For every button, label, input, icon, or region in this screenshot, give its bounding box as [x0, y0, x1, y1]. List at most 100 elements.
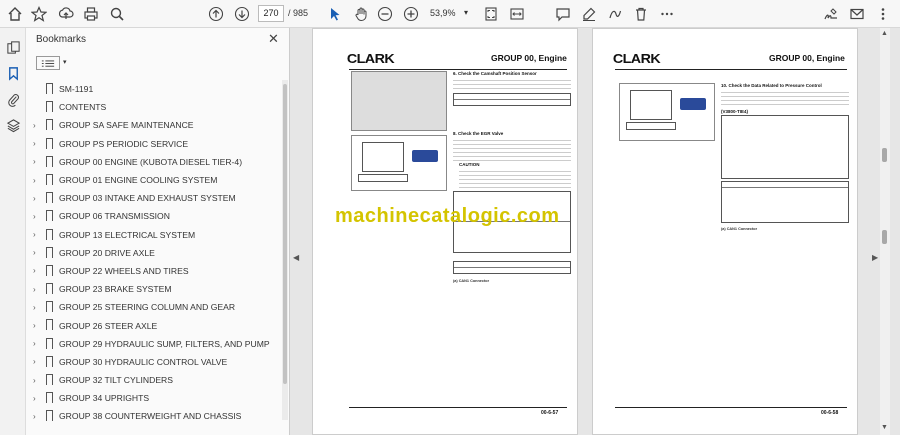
fit-width-icon[interactable] — [506, 3, 528, 25]
page-number-input[interactable]: 270 — [258, 5, 284, 22]
chevron-right-icon[interactable]: › — [33, 412, 36, 421]
chevron-right-icon[interactable]: › — [33, 139, 36, 148]
bookmark-item[interactable]: › GROUP 13 ELECTRICAL SYSTEM — [26, 226, 282, 244]
bookmark-item[interactable]: › GROUP 26 STEER AXLE — [26, 316, 282, 334]
bookmark-options-button[interactable] — [36, 56, 60, 70]
zoom-dropdown-caret[interactable]: ▾ — [464, 8, 468, 17]
chevron-right-icon[interactable]: › — [33, 248, 36, 257]
chevron-right-icon[interactable]: › — [33, 230, 36, 239]
header-rule — [615, 69, 847, 70]
chevron-right-icon[interactable]: › — [33, 394, 36, 403]
bookmark-label: GROUP 32 TILT CYLINDERS — [59, 375, 173, 386]
pages-thumbnail-icon[interactable] — [4, 38, 22, 56]
bookmark-item[interactable]: › GROUP 32 TILT CYLINDERS — [26, 371, 282, 389]
attachment-icon[interactable] — [4, 90, 22, 108]
collapse-right-arrow[interactable]: ▶ — [872, 253, 878, 262]
bookmark-label: GROUP 01 ENGINE COOLING SYSTEM — [59, 175, 218, 186]
bookmark-item[interactable]: › GROUP 01 ENGINE COOLING SYSTEM — [26, 171, 282, 189]
bookmark-item[interactable]: › GROUP 00 ENGINE (KUBOTA DIESEL TIER-4) — [26, 153, 282, 171]
bookmark-icon — [46, 337, 53, 349]
panel-scroll-thumb[interactable] — [283, 84, 287, 384]
bookmark-item[interactable]: › GROUP 29 HYDRAULIC SUMP, FILTERS, AND P… — [26, 335, 282, 353]
section-text — [721, 89, 849, 107]
bookmark-item[interactable]: › GROUP 06 TRANSMISSION — [26, 207, 282, 225]
bookmark-item[interactable]: › GROUP 22 WHEELS AND TIRES — [26, 262, 282, 280]
search-icon[interactable] — [106, 3, 128, 25]
draw-icon[interactable] — [604, 3, 626, 25]
zoom-in-icon[interactable] — [400, 3, 422, 25]
bookmark-item[interactable]: › GROUP 03 INTAKE AND EXHAUST SYSTEM — [26, 189, 282, 207]
bookmark-item[interactable]: CONTENTS — [26, 98, 282, 116]
delete-icon[interactable] — [630, 3, 652, 25]
right-page: CLARK GROUP 00, Engine 10. Check the Dat… — [592, 28, 858, 435]
comment-icon[interactable] — [552, 3, 574, 25]
page-group-title: GROUP 00, Engine — [491, 53, 567, 63]
bookmark-panel-icon[interactable] — [4, 64, 22, 82]
email-icon[interactable] — [846, 3, 868, 25]
fit-page-icon[interactable] — [480, 3, 502, 25]
section-text — [453, 77, 571, 91]
bookmark-item[interactable]: › GROUP 30 HYDRAULIC CONTROL VALVE — [26, 353, 282, 371]
scroll-down-arrow[interactable]: ▼ — [881, 424, 888, 431]
page-up-icon[interactable] — [205, 3, 227, 25]
highlight-pen-icon[interactable] — [578, 3, 600, 25]
chevron-right-icon[interactable]: › — [33, 285, 36, 294]
star-icon[interactable] — [28, 3, 50, 25]
page-down-icon[interactable] — [231, 3, 253, 25]
panel-scrollbar[interactable] — [282, 80, 288, 420]
bookmark-item[interactable]: › GROUP 25 STEERING COLUMN AND GEAR — [26, 298, 282, 316]
chevron-right-icon[interactable]: › — [33, 303, 36, 312]
chevron-right-icon[interactable]: › — [33, 357, 36, 366]
chevron-right-icon[interactable]: › — [33, 266, 36, 275]
scroll-marker — [882, 230, 887, 244]
chevron-right-icon[interactable]: › — [33, 194, 36, 203]
chevron-right-icon[interactable]: › — [33, 121, 36, 130]
document-scrollbar[interactable]: ▲ ▼ — [880, 28, 890, 435]
bookmark-label: GROUP 26 STEER AXLE — [59, 320, 158, 331]
print-icon[interactable] — [80, 3, 102, 25]
collapse-left-arrow[interactable]: ◀ — [293, 253, 299, 262]
bookmark-label: GROUP SA SAFE MAINTENANCE — [59, 120, 194, 131]
zoom-level[interactable]: 53,9% — [430, 5, 468, 22]
bookmark-item[interactable]: › GROUP 20 DRIVE AXLE — [26, 244, 282, 262]
bookmark-item[interactable]: SM-1191 — [26, 80, 282, 98]
bookmark-item[interactable]: › GROUP 23 BRAKE SYSTEM — [26, 280, 282, 298]
home-icon[interactable] — [4, 3, 26, 25]
bookmark-label: CONTENTS — [59, 102, 107, 113]
section-text — [453, 137, 571, 161]
bookmark-label: GROUP 30 HYDRAULIC CONTROL VALVE — [59, 356, 228, 367]
bookmark-item[interactable]: › GROUP 34 UPRIGHTS — [26, 389, 282, 407]
diagnostic-laptop-figure — [619, 83, 715, 141]
scroll-up-arrow[interactable]: ▲ — [881, 30, 888, 37]
clark-logo: CLARK — [612, 51, 661, 66]
hand-tool-icon[interactable] — [350, 3, 372, 25]
chevron-right-icon[interactable]: › — [33, 321, 36, 330]
bookmark-label: GROUP 34 UPRIGHTS — [59, 393, 150, 404]
diagnostic-laptop-figure — [351, 135, 447, 191]
chevron-right-icon[interactable]: › — [33, 339, 36, 348]
chevron-right-icon[interactable]: › — [33, 376, 36, 385]
diagnostic-interface — [680, 98, 706, 110]
zoom-out-icon[interactable] — [374, 3, 396, 25]
bookmark-icon — [46, 246, 53, 258]
bookmark-item[interactable]: › GROUP PS PERIODIC SERVICE — [26, 135, 282, 153]
select-cursor-icon[interactable] — [324, 3, 346, 25]
chevron-right-icon[interactable]: › — [33, 212, 36, 221]
scroll-thumb[interactable] — [882, 148, 887, 162]
chevron-down-icon[interactable]: ▾ — [63, 58, 67, 66]
document-viewer[interactable]: ◀ CLARK GROUP 00, Engine 6. Check the Ca… — [290, 28, 900, 435]
close-icon[interactable]: ✕ — [268, 31, 279, 47]
bookmark-item[interactable]: › GROUP SA SAFE MAINTENANCE — [26, 116, 282, 134]
header-rule — [349, 69, 567, 70]
layers-icon[interactable] — [4, 116, 22, 134]
upload-icon[interactable] — [55, 3, 77, 25]
bookmark-icon — [46, 374, 53, 385]
bookmark-item[interactable]: › GROUP 38 COUNTERWEIGHT AND CHASSIS — [26, 407, 282, 425]
chevron-right-icon[interactable]: › — [33, 157, 36, 166]
sign-icon[interactable] — [820, 3, 842, 25]
chevron-right-icon[interactable]: › — [33, 176, 36, 185]
figure-caption: (a) CAN1 Connector — [721, 227, 758, 231]
bookmarks-panel: Bookmarks ✕ ▾ SM-1191 CONTENTS › GROUP SA S… — [26, 28, 290, 435]
menu-icon[interactable] — [872, 3, 894, 25]
more-tools-icon[interactable] — [656, 3, 678, 25]
